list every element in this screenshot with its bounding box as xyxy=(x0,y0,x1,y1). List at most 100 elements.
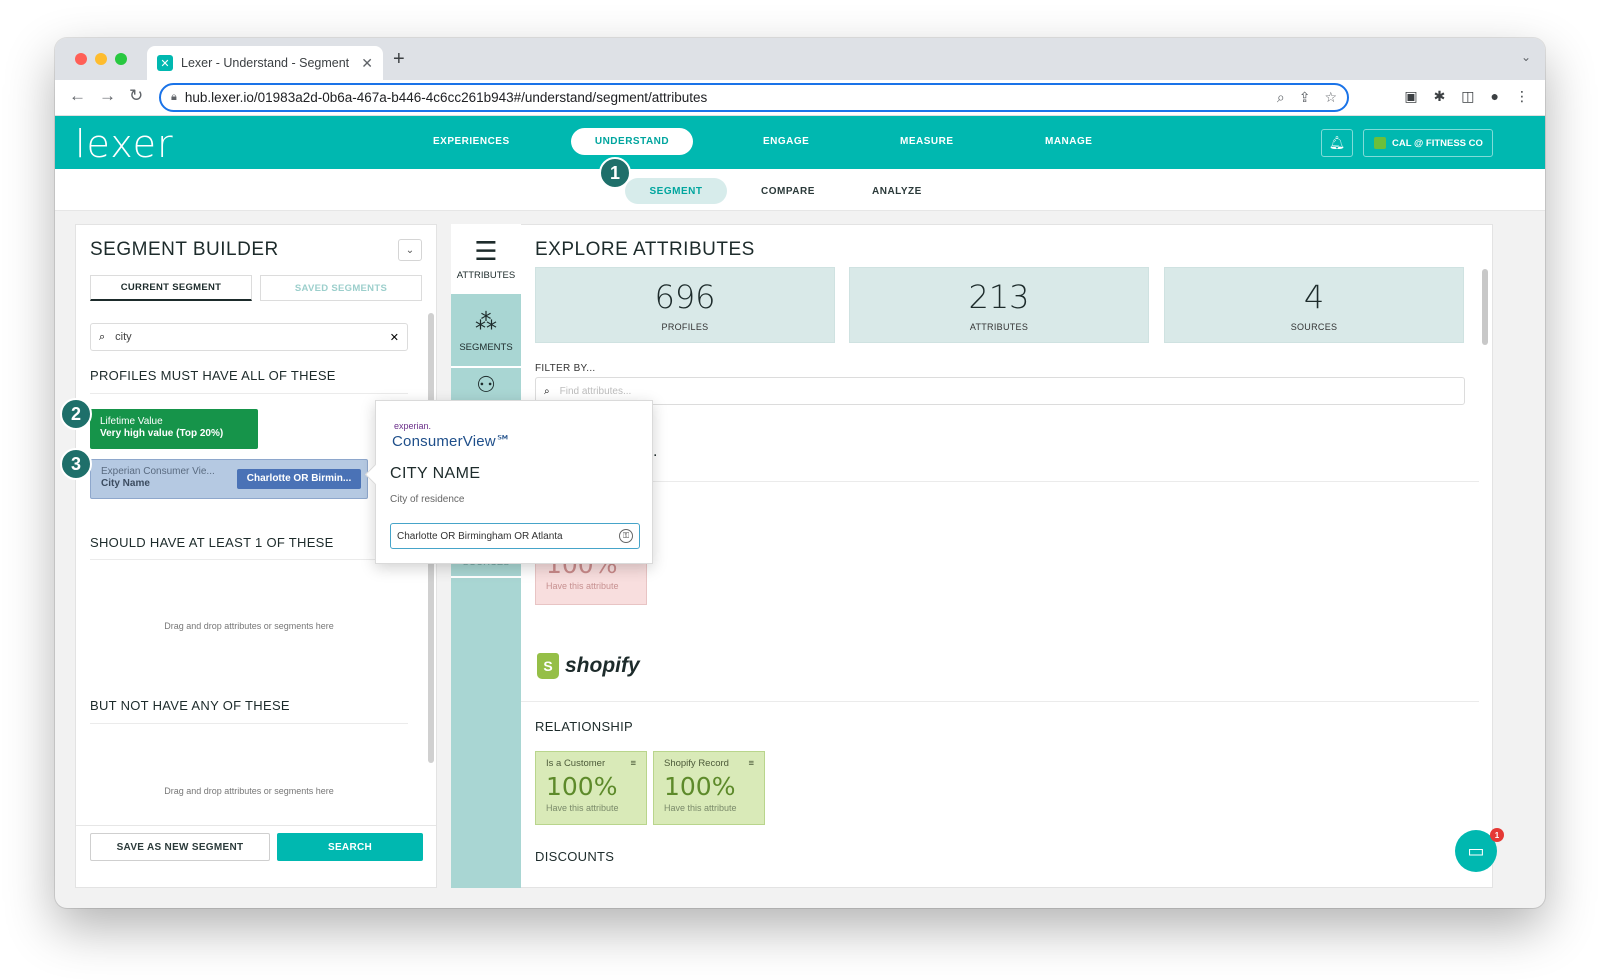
minimize-window-button[interactable] xyxy=(95,53,107,65)
bookmark-star-icon[interactable]: ☆ xyxy=(1324,89,1337,106)
chat-notification-badge: 1 xyxy=(1490,828,1504,842)
lexer-favicon-icon: ✕ xyxy=(157,55,173,71)
search-value[interactable]: city xyxy=(115,331,390,343)
chevron-down-icon[interactable]: ⌄ xyxy=(398,239,422,261)
subnav-compare[interactable]: COMPARE xyxy=(761,186,815,197)
popover-subtitle: City of residence xyxy=(390,494,465,505)
divider xyxy=(90,393,408,394)
back-arrow-icon[interactable]: ← xyxy=(69,86,86,106)
attributes-stat: 213 ATTRIBUTES xyxy=(849,267,1149,343)
stat-value: 213 xyxy=(968,278,1030,316)
tab-close-icon[interactable]: ✕ xyxy=(361,55,373,72)
must-have-heading: PROFILES MUST HAVE ALL OF THESE xyxy=(90,368,336,383)
sidenav-attributes[interactable]: ☰ ATTRIBUTES xyxy=(451,224,521,294)
card-subtitle: Have this attribute xyxy=(546,581,619,591)
segments-circles-icon: ⁂ xyxy=(475,308,497,334)
city-value-input[interactable]: Charlotte OR Birmingham OR Atlanta ⚿ xyxy=(390,523,640,549)
is-a-customer-card[interactable]: Is a Customer ≡ 100% Have this attribute xyxy=(535,751,647,825)
tab-title: Lexer - Understand - Segment xyxy=(181,56,350,70)
card-percentage: 100% xyxy=(664,772,736,801)
account-switcher[interactable]: CAL @ FITNESS CO xyxy=(1363,129,1493,157)
browser-tabbar: ✕ Lexer - Understand - Segment ✕ + ⌄ xyxy=(55,38,1545,80)
zoom-icon[interactable]: ⌕ xyxy=(1277,89,1285,106)
chip-attribute-name: Lifetime Value xyxy=(100,416,163,427)
new-tab-button[interactable]: + xyxy=(393,48,405,71)
popover-title: CITY NAME xyxy=(390,465,481,482)
extension-f-icon[interactable]: ▣ xyxy=(1404,88,1417,105)
city-name-chip[interactable]: Experian Consumer Vie... City Name Charl… xyxy=(90,459,368,499)
consumerview-logo: ConsumerView℠ xyxy=(392,433,512,450)
explore-attributes-panel: EXPLORE ATTRIBUTES 696 PROFILES 213 ATTR… xyxy=(521,224,1493,888)
divider xyxy=(521,701,1479,702)
tab-search-chevron-icon[interactable]: ⌄ xyxy=(1521,50,1531,64)
maximize-window-button[interactable] xyxy=(115,53,127,65)
filter-placeholder[interactable]: Find attributes... xyxy=(560,386,632,397)
search-button[interactable]: SEARCH xyxy=(277,833,423,861)
should-have-dropzone[interactable]: Drag and drop attributes or segments her… xyxy=(90,621,408,631)
search-icon: ⌕ xyxy=(544,385,550,397)
chip-value-button[interactable]: Charlotte OR Birmin... xyxy=(237,469,361,489)
profiles-stat: 696 PROFILES xyxy=(535,267,835,343)
nav-understand[interactable]: UNDERSTAND xyxy=(571,128,693,155)
account-name: CAL @ FITNESS CO xyxy=(1392,137,1483,149)
address-bar[interactable]: 🔒︎ hub.lexer.io/01983a2d-0b6a-467a-b446-… xyxy=(159,83,1349,112)
share-icon[interactable]: ⇪ xyxy=(1299,89,1311,106)
clear-search-icon[interactable]: ✕ xyxy=(390,331,399,344)
filter-label: FILTER BY... xyxy=(535,363,596,374)
experian-brand-small: experian. xyxy=(394,421,432,431)
attribute-card-hidden[interactable]: 100% Have this attribute xyxy=(535,559,647,605)
find-attributes-input[interactable]: ⌕ Find attributes... xyxy=(535,377,1465,405)
card-subtitle: Have this attribute xyxy=(664,803,737,813)
not-have-dropzone[interactable]: Drag and drop attributes or segments her… xyxy=(90,786,408,796)
stat-label: PROFILES xyxy=(661,322,709,332)
divider xyxy=(521,481,1479,482)
explore-scrollbar[interactable] xyxy=(1482,269,1488,345)
attribute-search-input[interactable]: ⌕ city ✕ xyxy=(90,323,408,351)
search-icon: ⌕ xyxy=(99,330,106,343)
reload-icon[interactable]: ↻ xyxy=(129,86,143,106)
divider xyxy=(90,559,408,560)
nav-engage[interactable]: ENGAGE xyxy=(763,136,809,147)
lexer-header: lexer EXPERIENCES UNDERSTAND ENGAGE MEAS… xyxy=(55,116,1545,169)
nav-experiences[interactable]: EXPERIENCES xyxy=(433,136,510,147)
close-window-button[interactable] xyxy=(75,53,87,65)
partial-heading-text: . xyxy=(653,443,658,460)
card-menu-icon[interactable]: ≡ xyxy=(748,758,754,769)
sidenav-segments[interactable]: ⁂ SEGMENTS xyxy=(451,296,521,366)
profile-avatar-icon[interactable]: ● xyxy=(1491,88,1499,105)
stat-label: ATTRIBUTES xyxy=(969,322,1029,332)
sub-navigation: SEGMENT COMPARE ANALYZE xyxy=(55,169,1545,211)
key-icon[interactable]: ⚿ xyxy=(619,529,633,543)
lifetime-value-chip[interactable]: Lifetime Value Very high value (Top 20%) xyxy=(90,409,258,449)
explore-title: EXPLORE ATTRIBUTES xyxy=(535,239,755,260)
nav-manage[interactable]: MANAGE xyxy=(1045,136,1092,147)
forward-arrow-icon[interactable]: → xyxy=(99,86,116,106)
footer-divider xyxy=(76,825,436,826)
save-as-new-segment-button[interactable]: SAVE AS NEW SEGMENT xyxy=(90,833,270,861)
person-icon: ⚇ xyxy=(476,372,496,397)
step-badge-3: 3 xyxy=(60,448,92,480)
subnav-analyze[interactable]: ANALYZE xyxy=(872,186,922,197)
url-text[interactable]: hub.lexer.io/01983a2d-0b6a-467a-b446-4c6… xyxy=(185,90,1277,105)
chip-attribute-value: Very high value (Top 20%) xyxy=(100,428,224,439)
nav-measure[interactable]: MEASURE xyxy=(900,136,954,147)
card-menu-icon[interactable]: ≡ xyxy=(630,758,636,769)
sidepanel-icon[interactable]: ◫ xyxy=(1461,88,1474,105)
browser-window: ✕ Lexer - Understand - Segment ✕ + ⌄ ← →… xyxy=(55,38,1545,908)
browser-tab[interactable]: ✕ Lexer - Understand - Segment ✕ xyxy=(147,46,383,80)
should-have-heading: SHOULD HAVE AT LEAST 1 OF THESE xyxy=(90,535,334,550)
step-badge-1: 1 xyxy=(599,157,631,189)
tab-current-segment[interactable]: CURRENT SEGMENT xyxy=(90,275,252,301)
tab-saved-segments[interactable]: SAVED SEGMENTS xyxy=(260,275,422,301)
subnav-segment[interactable]: SEGMENT xyxy=(625,178,727,204)
sources-stat: 4 SOURCES xyxy=(1164,267,1464,343)
notifications-bell-icon[interactable]: 🔔︎ xyxy=(1321,129,1353,157)
puzzle-extensions-icon[interactable]: ✱ xyxy=(1434,88,1446,105)
segment-builder-title: SEGMENT BUILDER xyxy=(90,239,279,260)
shopify-record-card[interactable]: Shopify Record ≡ 100% Have this attribut… xyxy=(653,751,765,825)
stat-label: SOURCES xyxy=(1290,322,1338,332)
city-value-text[interactable]: Charlotte OR Birmingham OR Atlanta xyxy=(397,531,619,542)
kebab-menu-icon[interactable]: ⋮ xyxy=(1515,88,1529,105)
card-subtitle: Have this attribute xyxy=(546,803,619,813)
lexer-logo[interactable]: lexer xyxy=(75,122,174,166)
